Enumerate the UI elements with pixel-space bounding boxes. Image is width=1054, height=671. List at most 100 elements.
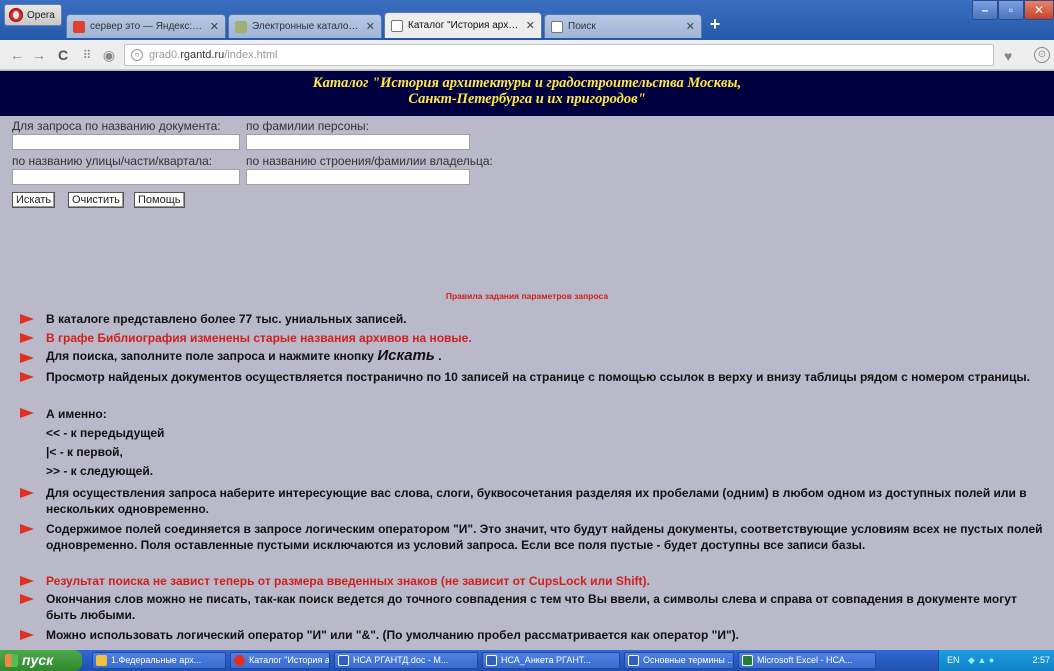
tab-title: Поиск	[568, 21, 596, 32]
bookmark-heart-icon[interactable]: ♥	[1004, 48, 1012, 64]
tab-catalog-active[interactable]: Каталог "История архитект ✕	[384, 12, 542, 38]
tab-catalogs[interactable]: Электронные каталоги, б ✕	[228, 14, 382, 38]
close-window-button[interactable]: ✕	[1024, 0, 1054, 20]
rule-text: Для осуществления запроса наберите интер…	[46, 486, 1027, 516]
rule-text: Можно использовать логический оператор "…	[46, 628, 740, 642]
red-arrow-icon	[20, 594, 34, 604]
windows-taskbar: пуск 1.Федеральные арх... Каталог "Истор…	[0, 650, 1054, 671]
reload-icon[interactable]: C	[54, 46, 72, 64]
tab-close-icon[interactable]: ✕	[366, 20, 375, 33]
red-arrow-icon	[20, 408, 34, 418]
help-button[interactable]: Помощь	[134, 192, 185, 208]
taskbar-item-label: Каталог "История а...	[249, 655, 330, 665]
tab-close-icon[interactable]: ✕	[526, 19, 535, 32]
page-favicon-icon	[235, 20, 247, 33]
new-tab-button[interactable]: +	[704, 14, 726, 36]
red-arrow-icon	[20, 353, 34, 363]
rule-text-part: Для поиска, заполните поле запроса и наж…	[46, 349, 374, 363]
url-subdomain: grad0.	[149, 49, 181, 61]
opera-menu-button[interactable]: Opera	[4, 4, 62, 26]
maximize-button[interactable]: ▫	[998, 0, 1024, 20]
label-document-name: Для запроса по названию документа:	[12, 119, 221, 133]
rule-line: А именно:	[46, 407, 107, 421]
forward-arrow-icon[interactable]: →	[30, 46, 48, 64]
taskbar-item-label: 1.Федеральные арх...	[111, 655, 202, 665]
search-button[interactable]: Искать	[12, 192, 56, 208]
site-info-icon[interactable]: ◉	[100, 46, 118, 64]
banner-title-line1: Каталог "История архитектуры и градостро…	[312, 75, 742, 91]
rule-text: В каталоге представлено более 77 тыс. ун…	[46, 312, 407, 326]
taskbar-item-word-2[interactable]: НСА_Анкета РГАНТ...	[482, 652, 620, 669]
taskbar-item-excel[interactable]: Microsoft Excel - НСА...	[738, 652, 876, 669]
url-domain: rgantd.ru	[180, 49, 225, 61]
excel-icon	[742, 655, 753, 666]
rule-text: Содержимое полей соединяется в запросе л…	[46, 522, 1043, 552]
extension-icon[interactable]: ⊙	[1034, 47, 1050, 63]
tab-close-icon[interactable]: ✕	[686, 20, 695, 33]
rule-line: |< - к первой,	[46, 445, 123, 459]
yandex-favicon-icon	[73, 20, 85, 33]
label-person-surname: по фамилии персоны:	[246, 119, 369, 133]
tab-yandex[interactable]: сервер это — Яндекс: наш ✕	[66, 14, 226, 38]
red-arrow-icon	[20, 372, 34, 382]
document-favicon-icon	[551, 20, 563, 33]
tab-search[interactable]: Поиск ✕	[544, 14, 702, 38]
word-icon	[338, 655, 349, 666]
tab-close-icon[interactable]: ✕	[210, 20, 219, 33]
label-street-name: по названию улицы/части/квартала:	[12, 154, 213, 168]
start-button[interactable]: пуск	[0, 650, 82, 671]
opera-menu-label: Opera	[27, 9, 55, 21]
rule-line: >> - к следующей.	[46, 464, 154, 478]
opera-logo-icon	[9, 8, 23, 22]
rules-heading: Правила задания параметров запроса	[445, 291, 609, 301]
person-surname-input[interactable]	[246, 134, 470, 150]
url-text: grad0. rgantd.ru/index.html	[149, 49, 277, 61]
rule-text-part: .	[438, 349, 442, 363]
taskbar-item-label: НСА РГАНТД.doc - М...	[353, 655, 449, 665]
rule-line: << - к передыдущей	[46, 426, 165, 440]
red-arrow-icon	[20, 314, 34, 324]
taskbar-item-word-1[interactable]: НСА РГАНТД.doc - М...	[334, 652, 478, 669]
document-name-input[interactable]	[12, 134, 240, 150]
catalog-banner: Каталог "История архитектуры и градостро…	[0, 71, 1054, 116]
rule-text: Для поиска, заполните поле запроса и наж…	[46, 348, 1044, 364]
rule-text: В графе Библиография изменены старые наз…	[46, 331, 472, 345]
rule-text: Окончания слов можно не писать, так-как …	[46, 592, 1017, 622]
tray-icons[interactable]: ◆ ▲ ●	[968, 655, 994, 665]
word-icon	[628, 655, 639, 666]
red-arrow-icon	[20, 488, 34, 498]
globe-icon: ○	[131, 49, 143, 61]
browser-tab-strip: Opera сервер это — Яндекс: наш ✕ Электро…	[0, 0, 1054, 40]
system-tray: EN ◆ ▲ ● 2:57	[938, 650, 1054, 671]
rule-text: А именно: << - к передыдущей |< - к перв…	[46, 405, 1044, 481]
building-owner-input[interactable]	[246, 169, 470, 185]
document-favicon-icon	[391, 19, 403, 32]
taskbar-item-label: НСА_Анкета РГАНТ...	[501, 655, 591, 665]
tab-title: Электронные каталоги, б	[252, 21, 361, 32]
rule-text: Просмотр найденых документов осуществляе…	[46, 370, 1030, 384]
label-building-owner: по названию строения/фамилии владельца:	[246, 154, 493, 168]
url-path: /index.html	[224, 49, 278, 61]
rule-text: Результат поиска не завист теперь от раз…	[46, 574, 650, 588]
taskbar-item-folder[interactable]: 1.Федеральные арх...	[92, 652, 226, 669]
taskbar-item-word-3[interactable]: Основные термины ...	[624, 652, 734, 669]
clock: 2:57	[1032, 655, 1050, 665]
red-arrow-icon	[20, 630, 34, 640]
taskbar-item-opera[interactable]: Каталог "История а...	[230, 652, 330, 669]
windows-flag-icon	[5, 654, 18, 667]
address-toolbar: ← → C ⠿ ◉ ○ grad0. rgantd.ru/index.html ♥…	[0, 40, 1054, 70]
opera-icon	[234, 655, 245, 666]
red-arrow-icon	[20, 524, 34, 534]
folder-icon	[96, 655, 107, 666]
word-icon	[486, 655, 497, 666]
speed-dial-grid-icon[interactable]: ⠿	[78, 46, 96, 64]
language-indicator[interactable]: EN	[947, 655, 960, 665]
start-label: пуск	[22, 652, 54, 668]
minimize-button[interactable]: –	[972, 0, 998, 20]
tab-title: Каталог "История архитект	[408, 20, 521, 31]
clear-button[interactable]: Очистить	[68, 192, 124, 208]
taskbar-item-label: Основные термины ...	[643, 655, 734, 665]
street-name-input[interactable]	[12, 169, 240, 185]
back-arrow-icon[interactable]: ←	[8, 46, 26, 64]
url-field[interactable]: ○ grad0. rgantd.ru/index.html	[124, 44, 994, 66]
